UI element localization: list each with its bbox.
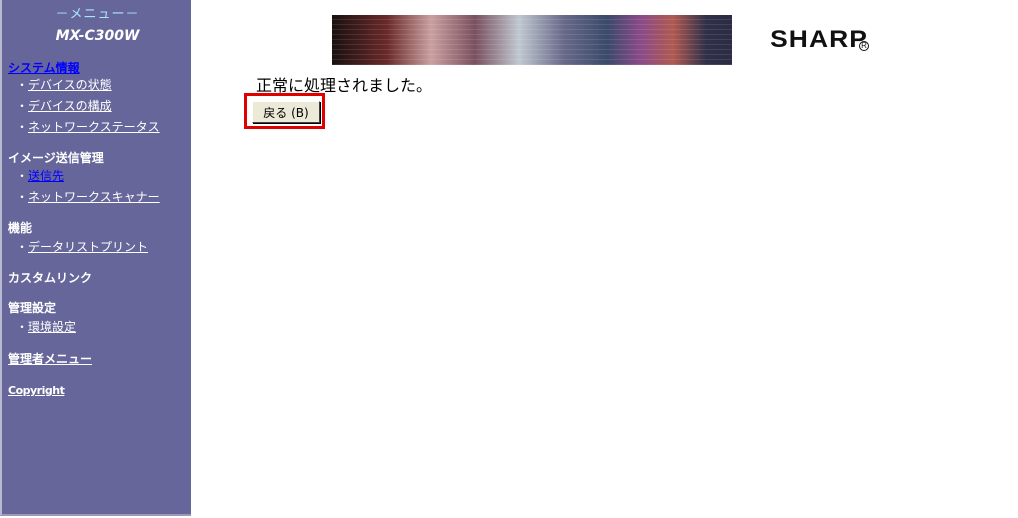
- sidebar-image-send-heading: イメージ送信管理: [8, 151, 104, 165]
- sidebar-item-device-status[interactable]: ・デバイスの状態: [16, 76, 112, 93]
- sidebar-admin-menu-link[interactable]: 管理者メニュー: [8, 350, 92, 367]
- bullet: ・: [16, 99, 29, 113]
- sidebar-item-label: 送信先: [28, 169, 65, 183]
- bullet: ・: [16, 120, 29, 134]
- sidebar-item-label: デバイスの構成: [28, 99, 112, 113]
- model-name: MX-C300W: [55, 28, 140, 44]
- sharp-logo: SHARP: [770, 26, 868, 53]
- sidebar-item-data-list-print[interactable]: ・データリストプリント: [16, 238, 148, 255]
- registered-mark-icon: R: [859, 41, 869, 51]
- sidebar: －メニュー－ MX-C300W システム情報 ・デバイスの状態 ・デバイスの構成…: [0, 0, 191, 516]
- header-banner: SHARP R: [332, 15, 882, 65]
- sidebar-item-network-status[interactable]: ・ネットワークステータス: [16, 118, 160, 135]
- sidebar-system-info-link[interactable]: システム情報: [8, 59, 80, 76]
- sidebar-item-destination[interactable]: ・送信先: [16, 167, 64, 184]
- sidebar-item-network-scanner[interactable]: ・ネットワークスキャナー: [16, 188, 160, 205]
- sidebar-admin-settings-heading: 管理設定: [8, 301, 57, 315]
- sidebar-item-environment-settings[interactable]: ・環境設定: [16, 318, 76, 335]
- sidebar-item-device-config[interactable]: ・デバイスの構成: [16, 97, 112, 114]
- sidebar-copyright-link[interactable]: Copyright: [8, 384, 65, 397]
- bullet: ・: [16, 169, 29, 183]
- sidebar-item-label: ネットワークステータス: [28, 120, 160, 134]
- bullet: ・: [16, 240, 29, 254]
- bullet: ・: [16, 320, 29, 334]
- menu-title: －メニュー－: [55, 7, 140, 22]
- sidebar-item-label: データリストプリント: [28, 240, 149, 254]
- banner-logo-area: SHARP R: [732, 15, 882, 65]
- banner-graphic: [332, 15, 732, 65]
- sidebar-item-label: デバイスの状態: [28, 78, 112, 92]
- sidebar-item-label: 環境設定: [28, 320, 77, 334]
- back-button[interactable]: 戻る (B): [252, 101, 320, 123]
- sidebar-functions-heading: 機能: [8, 221, 33, 235]
- sidebar-custom-link-heading: カスタムリンク: [8, 271, 93, 285]
- sidebar-item-label: ネットワークスキャナー: [28, 190, 160, 204]
- bullet: ・: [16, 190, 29, 204]
- bullet: ・: [16, 78, 29, 92]
